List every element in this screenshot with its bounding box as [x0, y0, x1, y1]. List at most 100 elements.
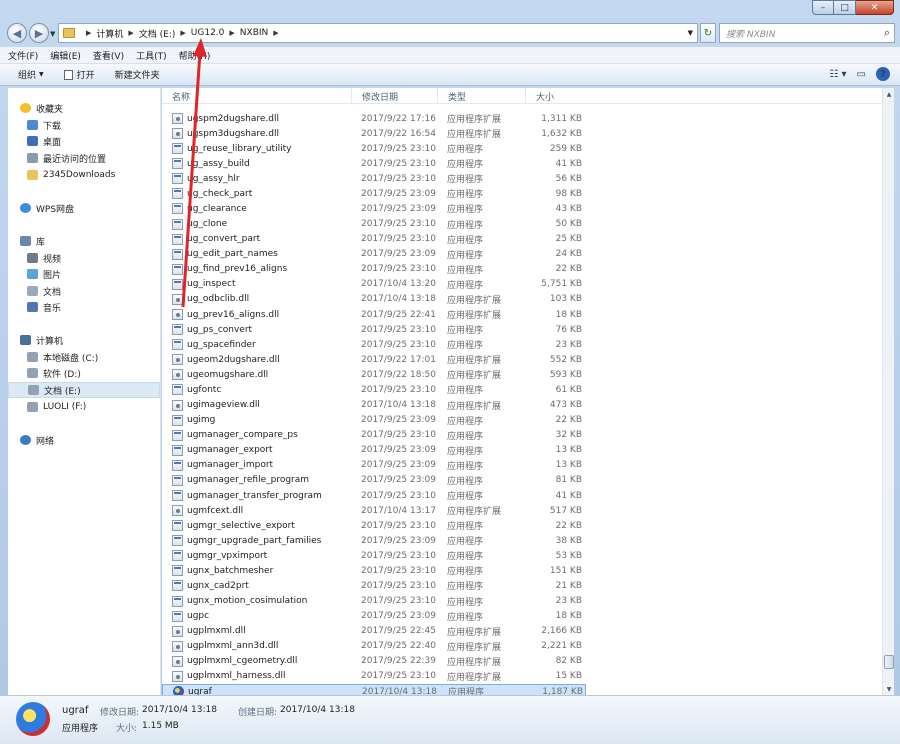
table-row[interactable]: ugspm3dugshare.dll 2017/9/22 16:54 应用程序扩展 1…	[162, 126, 882, 141]
table-row[interactable]: ug_assy_build 2017/9/25 23:10 应用程序 41 KB	[162, 156, 882, 171]
menu-help[interactable]: 帮助(H)	[179, 49, 211, 62]
table-row[interactable]: ugmgr_vpximport 2017/9/25 23:10 应用程序 53 KB	[162, 548, 882, 563]
table-row[interactable]: ugimageview.dll 2017/10/4 13:18 应用程序扩展 473 …	[162, 398, 882, 413]
view-options-icon[interactable]: ☷ ▾	[829, 69, 846, 80]
sidebar-item[interactable]: 文档 (E:)	[8, 382, 160, 398]
table-row[interactable]: ugmanager_export 2017/9/25 23:09 应用程序 13 KB	[162, 443, 882, 458]
sidebar-item[interactable]: LUOLI (F:)	[8, 399, 86, 415]
sidebar-item[interactable]: 桌面	[8, 133, 61, 149]
sidebar-item[interactable]: 文档	[8, 283, 61, 299]
address-bar[interactable]: ▶ 计算机 ▶ 文档 (E:) ▶ UG12.0 ▶ NXBIN ▶ ▼	[58, 23, 698, 43]
close-button[interactable]: ✕	[856, 0, 894, 15]
table-row[interactable]: ug_assy_hlr 2017/9/25 23:10 应用程序 56 KB	[162, 171, 882, 186]
chevron-right-icon[interactable]: ▶	[273, 29, 278, 37]
table-row[interactable]: ug_odbclib.dll 2017/10/4 13:18 应用程序扩展 103 K…	[162, 292, 882, 307]
scroll-down-icon[interactable]: ▼	[883, 683, 895, 695]
pane-divider[interactable]	[160, 88, 161, 695]
menu-view[interactable]: 查看(V)	[93, 49, 124, 62]
sidebar-item[interactable]: 收藏夹	[8, 100, 63, 116]
scroll-up-icon[interactable]: ▲	[883, 88, 895, 100]
navigation-pane[interactable]: 收藏夹 下载 桌面 最近访问的位置 2345Downloads WPS网盘库视频 图片 文档音…	[8, 88, 160, 695]
chevron-right-icon[interactable]: ▶	[128, 29, 133, 37]
chevron-right-icon[interactable]: ▶	[86, 29, 91, 37]
table-row[interactable]: ug_edit_part_names 2017/9/25 23:09 应用程序 24 …	[162, 247, 882, 262]
application-icon	[172, 444, 183, 456]
crumb-nxbin[interactable]: NXBIN	[240, 28, 268, 38]
sidebar-item[interactable]: 2345Downloads	[8, 167, 115, 183]
sidebar-item[interactable]: 网络	[8, 432, 54, 448]
preview-pane-icon[interactable]: ▭	[857, 69, 866, 80]
search-icon[interactable]: ⌕	[884, 26, 890, 40]
sidebar-item[interactable]: 最近访问的位置	[8, 150, 106, 166]
table-row[interactable]: ugplmxml_harness.dll 2017/9/25 23:10 应用程序扩…	[162, 669, 882, 684]
table-row[interactable]: ugmanager_transfer_program 2017/9/25 23:1…	[162, 488, 882, 503]
scroll-thumb[interactable]	[884, 655, 894, 669]
table-row[interactable]: ugplmxml_ann3d.dll 2017/9/25 22:40 应用程序扩展 2…	[162, 639, 882, 654]
sidebar-item[interactable]: 本地磁盘 (C:)	[8, 349, 98, 365]
sidebar-item[interactable]: 软件 (D:)	[8, 365, 81, 381]
column-date[interactable]: 修改日期	[352, 88, 438, 104]
sidebar-item[interactable]: WPS网盘	[8, 200, 74, 216]
table-row[interactable]: ugraf 2017/10/4 13:18 应用程序 1,187 KB	[162, 684, 586, 695]
table-row[interactable]: ugeom2dugshare.dll 2017/9/22 17:01 应用程序扩展 5…	[162, 352, 882, 367]
sidebar-item[interactable]: 音乐	[8, 299, 61, 315]
sidebar-item[interactable]: 视频	[8, 250, 61, 266]
crumb-ug12[interactable]: UG12.0	[191, 28, 225, 38]
table-row[interactable]: ugmanager_compare_ps 2017/9/25 23:10 应用程序 3…	[162, 428, 882, 443]
table-row[interactable]: ug_prev16_aligns.dll 2017/9/25 22:41 应用程序扩…	[162, 307, 882, 322]
new-folder-button[interactable]: 新建文件夹	[115, 68, 160, 81]
search-input[interactable]: 搜索 NXBIN ⌕	[719, 23, 895, 43]
table-row[interactable]: ug_reuse_library_utility 2017/9/25 23:10 应…	[162, 141, 882, 156]
column-type[interactable]: 类型	[438, 88, 526, 104]
column-name[interactable]: 名称	[162, 88, 352, 104]
table-row[interactable]: ug_clearance 2017/9/25 23:09 应用程序 43 KB	[162, 201, 882, 216]
recent-pages-dropdown[interactable]: ▼	[50, 30, 55, 38]
table-row[interactable]: ugspm2dugshare.dll 2017/9/22 17:16 应用程序扩展 1…	[162, 111, 882, 126]
file-name: ug_reuse_library_utility	[187, 143, 292, 154]
table-row[interactable]: ugpc 2017/9/25 23:09 应用程序 18 KB	[162, 609, 882, 624]
table-row[interactable]: ugplmxml.dll 2017/9/25 22:45 应用程序扩展 2,166 K…	[162, 624, 882, 639]
minimize-button[interactable]: –	[812, 0, 834, 15]
sidebar-item[interactable]: 图片	[8, 266, 61, 282]
sidebar-item[interactable]: 计算机	[8, 332, 63, 348]
table-row[interactable]: ugmanager_import 2017/9/25 23:09 应用程序 13 KB	[162, 458, 882, 473]
sidebar-item[interactable]: 下载	[8, 117, 61, 133]
help-icon[interactable]: ?	[876, 67, 890, 81]
open-button[interactable]: 打开	[63, 68, 95, 81]
crumb-drive-e[interactable]: 文档 (E:)	[139, 27, 176, 40]
table-row[interactable]: ugimg 2017/9/25 23:09 应用程序 22 KB	[162, 413, 882, 428]
crumb-computer[interactable]: 计算机	[96, 27, 123, 40]
chevron-right-icon[interactable]: ▶	[229, 29, 234, 37]
sidebar-item[interactable]: 库	[8, 233, 45, 249]
table-row[interactable]: ug_convert_part 2017/9/25 23:10 应用程序 25 KB	[162, 232, 882, 247]
forward-button[interactable]: ▶	[29, 23, 49, 43]
menu-edit[interactable]: 编辑(E)	[50, 49, 81, 62]
table-row[interactable]: ug_check_part 2017/9/25 23:09 应用程序 98 KB	[162, 186, 882, 201]
back-button[interactable]: ◀	[7, 23, 27, 43]
column-size[interactable]: 大小	[526, 88, 586, 104]
table-row[interactable]: ugfontc 2017/9/25 23:10 应用程序 61 KB	[162, 382, 882, 397]
table-row[interactable]: ugmfcext.dll 2017/10/4 13:17 应用程序扩展 517 KB	[162, 503, 882, 518]
menu-tools[interactable]: 工具(T)	[136, 49, 167, 62]
file-list[interactable]: 名称 修改日期 类型 大小 ugspm2dugshare.dll 2017/9/2…	[162, 88, 882, 695]
table-row[interactable]: ugnx_cad2prt 2017/9/25 23:10 应用程序 21 KB	[162, 578, 882, 593]
table-row[interactable]: ug_spacefinder 2017/9/25 23:10 应用程序 23 KB	[162, 337, 882, 352]
address-dropdown-icon[interactable]: ▼	[688, 29, 693, 37]
table-row[interactable]: ug_inspect 2017/10/4 13:20 应用程序 5,751 KB	[162, 277, 882, 292]
table-row[interactable]: ugplmxml_cgeometry.dll 2017/9/25 22:39 应用程…	[162, 654, 882, 669]
organize-button[interactable]: 组织 ▼	[18, 68, 44, 81]
chevron-right-icon[interactable]: ▶	[180, 29, 185, 37]
table-row[interactable]: ug_ps_convert 2017/9/25 23:10 应用程序 76 KB	[162, 322, 882, 337]
menu-file[interactable]: 文件(F)	[8, 49, 38, 62]
table-row[interactable]: ug_find_prev16_aligns 2017/9/25 23:10 应用程序…	[162, 262, 882, 277]
maximize-button[interactable]: □	[834, 0, 856, 15]
table-row[interactable]: ug_clone 2017/9/25 23:10 应用程序 50 KB	[162, 217, 882, 232]
table-row[interactable]: ugmanager_refile_program 2017/9/25 23:09 应…	[162, 473, 882, 488]
table-row[interactable]: ugmgr_upgrade_part_families 2017/9/25 23:…	[162, 533, 882, 548]
table-row[interactable]: ugnx_motion_cosimulation 2017/9/25 23:10 应…	[162, 594, 882, 609]
table-row[interactable]: ugnx_batchmesher 2017/9/25 23:10 应用程序 151 K…	[162, 563, 882, 578]
refresh-button[interactable]: ↻	[700, 23, 716, 43]
table-row[interactable]: ugmgr_selective_export 2017/9/25 23:10 应用程…	[162, 518, 882, 533]
table-row[interactable]: ugeomugshare.dll 2017/9/22 18:50 应用程序扩展 593…	[162, 367, 882, 382]
vertical-scrollbar[interactable]: ▲ ▼	[882, 88, 894, 695]
